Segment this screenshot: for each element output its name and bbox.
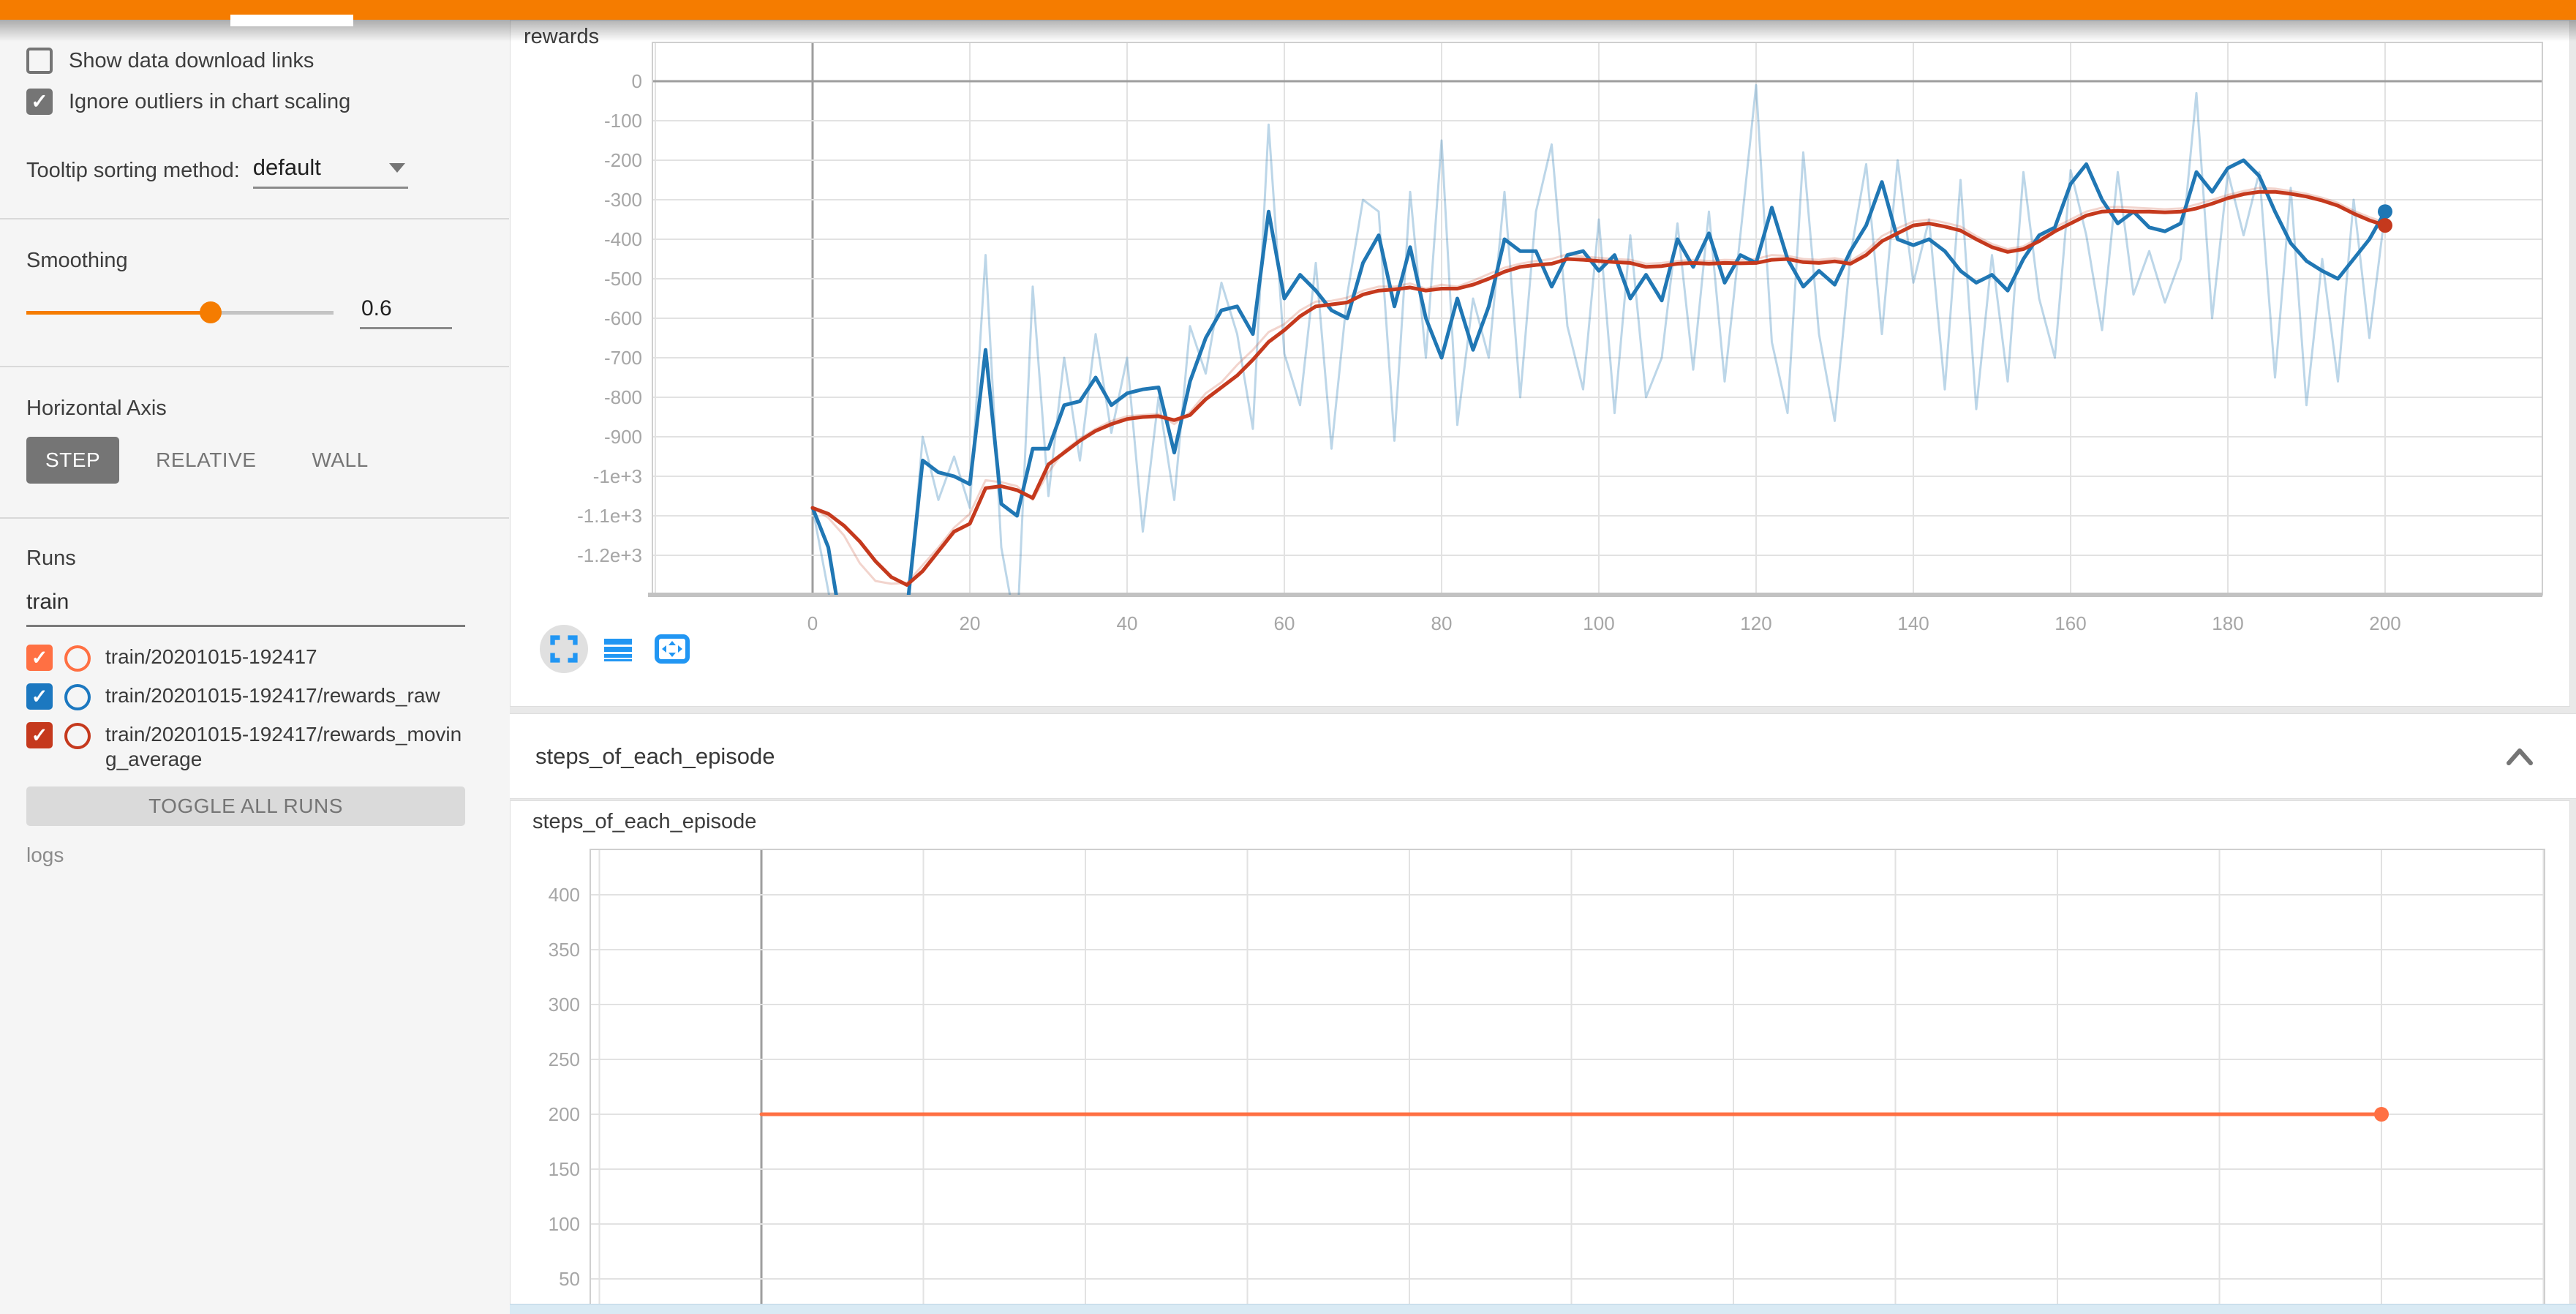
svg-text:140: 140 (1897, 612, 1929, 634)
svg-text:200: 200 (549, 1103, 580, 1125)
svg-text:-100: -100 (604, 110, 642, 132)
runs-group-label: logs (26, 844, 465, 867)
smoothing-row: 0.6 (26, 295, 465, 329)
svg-text:-400: -400 (604, 228, 642, 250)
svg-text:40: 40 (1117, 612, 1138, 634)
ignore-outliers-row[interactable]: Ignore outliers in chart scaling (26, 89, 465, 115)
svg-text:20: 20 (960, 612, 981, 634)
smoothing-label: Smoothing (26, 249, 465, 273)
run-row[interactable]: train/20201015-192417/rewards_raw (26, 683, 465, 710)
svg-text:-1e+3: -1e+3 (593, 465, 642, 487)
svg-text:50: 50 (559, 1268, 580, 1290)
expand-icon[interactable] (540, 625, 588, 673)
tooltip-sorting-label: Tooltip sorting method: (26, 159, 240, 189)
runs-label: Runs (26, 547, 465, 571)
svg-text:120: 120 (1740, 612, 1771, 634)
steps-section-header[interactable]: steps_of_each_episode (510, 713, 2576, 799)
run-list: train/20201015-192417 train/20201015-192… (26, 645, 465, 772)
horizontal-axis-buttons: STEP RELATIVE WALL (26, 437, 465, 484)
runs-filter-input[interactable]: train (26, 590, 465, 627)
svg-text:-600: -600 (604, 307, 642, 329)
svg-text:80: 80 (1431, 612, 1453, 634)
tooltip-sorting-row: Tooltip sorting method: default (26, 154, 465, 189)
horizontal-axis-label: Horizontal Axis (26, 397, 465, 421)
checkbox-label: Show data download links (69, 49, 314, 73)
chevron-up-icon[interactable] (2506, 747, 2534, 766)
sidebar: Show data download links Ignore outliers… (0, 20, 509, 1314)
svg-text:350: 350 (549, 939, 580, 961)
checkbox-checked-icon[interactable] (26, 89, 53, 115)
log-scale-icon[interactable] (594, 625, 642, 673)
run-name: train/20201015-192417 (105, 645, 465, 669)
divider (0, 218, 509, 219)
slider-track-active (26, 311, 211, 315)
horizontal-scrollbar[interactable] (510, 1304, 2576, 1314)
svg-text:100: 100 (549, 1213, 580, 1235)
section-title: steps_of_each_episode (535, 743, 775, 770)
smoothing-slider[interactable] (26, 301, 334, 323)
run-radio-icon[interactable] (64, 645, 91, 672)
svg-text:-500: -500 (604, 268, 642, 290)
svg-text:-200: -200 (604, 149, 642, 171)
checkbox-unchecked-icon[interactable] (26, 48, 53, 74)
svg-text:200: 200 (2369, 612, 2400, 634)
run-name: train/20201015-192417/rewards_raw (105, 683, 465, 708)
svg-text:-800: -800 (604, 386, 642, 408)
svg-text:250: 250 (549, 1048, 580, 1070)
chart-toolbar (540, 625, 696, 673)
svg-text:0: 0 (632, 70, 642, 92)
checkbox-label: Ignore outliers in chart scaling (69, 90, 350, 114)
svg-text:400: 400 (549, 884, 580, 906)
dropdown-caret-icon (389, 163, 405, 173)
axis-wall-button[interactable]: WALL (293, 437, 387, 484)
svg-text:180: 180 (2212, 612, 2243, 634)
smoothing-value-input[interactable]: 0.6 (360, 295, 452, 329)
run-row[interactable]: train/20201015-192417 (26, 645, 465, 672)
steps-chart-card: steps_of_each_episode 400 350 300 250 200 150… (510, 800, 2570, 1314)
rewards-chart-card: rewards 0 -100 -200 -300 -400 -500 -600 -700 -80… (510, 20, 2570, 707)
rewards-line-chart[interactable]: 0 -100 -200 -300 -400 -500 -600 -700 -800 -900 -1e… (511, 20, 2569, 706)
fit-domain-icon[interactable] (648, 625, 696, 673)
divider (0, 366, 509, 367)
chart-title: steps_of_each_episode (532, 810, 756, 834)
slider-thumb[interactable] (200, 301, 222, 323)
run-radio-icon[interactable] (64, 723, 91, 749)
toggle-all-runs-button[interactable]: TOGGLE ALL RUNS (26, 786, 465, 826)
run-checkbox-icon[interactable] (26, 683, 53, 710)
svg-text:160: 160 (2055, 612, 2086, 634)
axis-relative-button[interactable]: RELATIVE (137, 437, 275, 484)
run-name: train/20201015-192417/rewards_moving_ave… (105, 722, 465, 772)
divider (0, 517, 509, 519)
active-tab-indicator (230, 15, 353, 26)
svg-text:-300: -300 (604, 189, 642, 211)
dropdown-value: default (253, 154, 321, 181)
chart-title: rewards (524, 25, 599, 49)
svg-text:0: 0 (807, 612, 818, 634)
run-checkbox-icon[interactable] (26, 722, 53, 748)
svg-text:-1.2e+3: -1.2e+3 (577, 544, 642, 566)
svg-text:150: 150 (549, 1158, 580, 1180)
svg-text:-700: -700 (604, 347, 642, 369)
run-radio-icon[interactable] (64, 684, 91, 710)
main-content: rewards 0 -100 -200 -300 -400 -500 -600 -700 -80… (510, 20, 2576, 1314)
run-row[interactable]: train/20201015-192417/rewards_moving_ave… (26, 722, 465, 772)
run-checkbox-icon[interactable] (26, 645, 53, 671)
svg-text:-1.1e+3: -1.1e+3 (577, 505, 642, 527)
show-data-download-links-row[interactable]: Show data download links (26, 48, 465, 74)
svg-text:300: 300 (549, 994, 580, 1015)
svg-text:60: 60 (1274, 612, 1295, 634)
svg-text:100: 100 (1583, 612, 1614, 634)
steps-line-chart[interactable]: 400 350 300 250 200 150 100 50 (511, 801, 2569, 1313)
top-app-bar (0, 0, 2576, 20)
axis-step-button[interactable]: STEP (26, 437, 119, 484)
svg-text:-900: -900 (604, 426, 642, 448)
tooltip-sorting-dropdown[interactable]: default (253, 154, 408, 189)
